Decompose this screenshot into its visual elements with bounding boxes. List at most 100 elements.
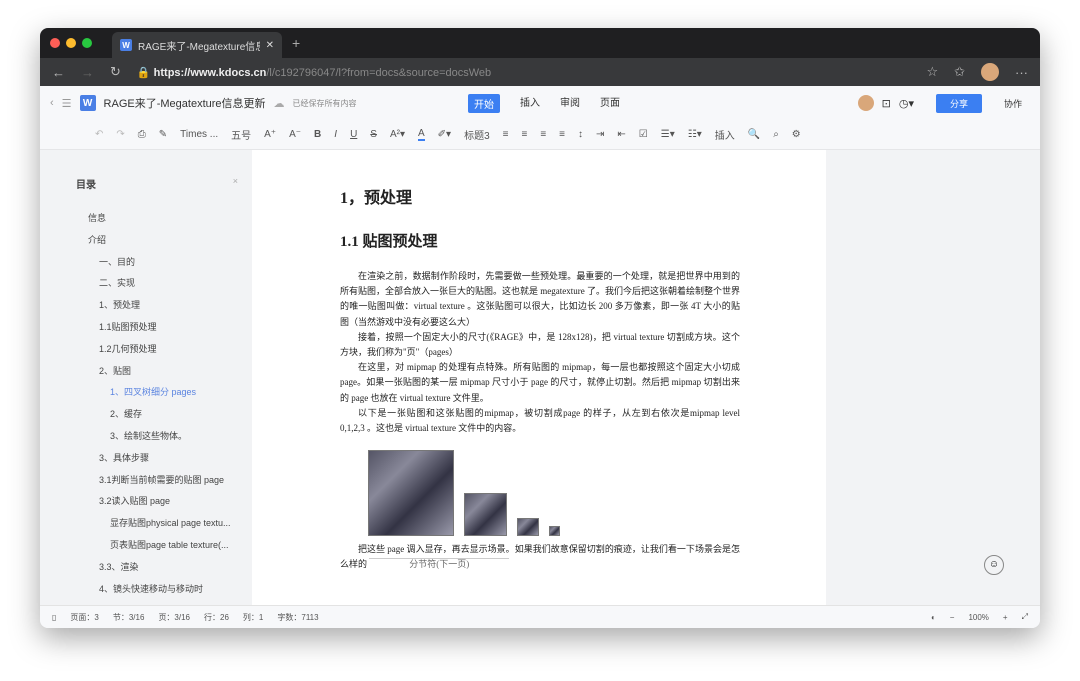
user-avatar[interactable]: [857, 95, 874, 111]
favorites-icon[interactable]: ✩: [954, 64, 965, 80]
align-right-icon[interactable]: ≡: [540, 129, 546, 140]
mipmap-level-3-image: [549, 526, 560, 537]
more-icon[interactable]: ···: [1015, 65, 1028, 80]
paragraph: 以下是一张贴图和这张贴图的mipmap，被切割成page 的样子，从左到右依次是…: [340, 407, 740, 434]
insert-button[interactable]: 插入: [715, 127, 735, 142]
row-position: 行：26: [204, 612, 229, 622]
tab-review[interactable]: 审阅: [560, 94, 580, 113]
toc-item[interactable]: 介绍: [88, 233, 250, 255]
justify-icon[interactable]: ≡: [559, 129, 565, 140]
browser-window: W RAGE来了-Megatexture信息更 ✕ + ← → ↻ 🔒 http…: [40, 28, 1040, 628]
checklist-icon[interactable]: ☑: [639, 129, 648, 140]
status-bar: ▯ 页面：3 节：3/16 页：3/16 行：26 列：1 字数：7113 ◐ …: [40, 605, 1040, 628]
mipmap-level-0-image: [368, 450, 454, 537]
toc-item[interactable]: 2、缓存: [110, 407, 250, 429]
app-header: ‹ ☰ W RAGE来了-Megatexture信息更新 ☁ 已经保存所有内容 …: [40, 86, 1040, 120]
mipmap-level-1-image: [464, 493, 507, 537]
font-color-icon[interactable]: A: [418, 128, 425, 141]
doc-title[interactable]: RAGE来了-Megatexture信息更新: [104, 95, 266, 111]
menu-icon[interactable]: ☰: [62, 97, 72, 110]
toc-item[interactable]: 一、目的: [99, 255, 250, 277]
document-page[interactable]: 1，预处理 1.1 贴图预处理 在渲染之前，数据制作阶段时，先需要做一些预处理。…: [252, 150, 826, 605]
toc-item[interactable]: 4、镜头快速移动与移动时: [99, 582, 250, 604]
zoom-out-button[interactable]: −: [950, 613, 955, 622]
assistant-icon[interactable]: ☺: [984, 555, 1004, 575]
toc-item[interactable]: 页表贴图page table texture(...: [110, 538, 250, 560]
italic-icon[interactable]: I: [334, 129, 337, 140]
indent-icon[interactable]: ⇥: [596, 129, 604, 140]
style-select[interactable]: 标题3: [464, 127, 490, 142]
redo-icon[interactable]: ↷: [116, 129, 124, 140]
zoom-icon[interactable]: ⌕: [773, 129, 779, 140]
paragraph: 接着，按照一个固定大小的尺寸(《RAGE》中，是 128x128)，把 virt…: [340, 331, 740, 358]
toc-item[interactable]: 3.3、渲染: [99, 560, 250, 582]
strikethrough-icon[interactable]: S: [370, 129, 377, 140]
font-name-select[interactable]: Times ...: [180, 129, 218, 140]
toc-item[interactable]: 1.2几何预处理: [99, 342, 250, 364]
bullet-list-icon[interactable]: ☰▾: [661, 129, 675, 140]
fullscreen-icon[interactable]: ⤢: [1022, 612, 1028, 622]
format-painter-icon[interactable]: ✎: [159, 129, 167, 140]
view-mode-icon[interactable]: ◐: [931, 613, 936, 622]
history-icon[interactable]: ◷▾: [899, 97, 914, 110]
collab-button[interactable]: 协作: [1004, 97, 1022, 110]
wps-icon: W: [120, 39, 132, 51]
toc-item[interactable]: 二、实现: [99, 276, 250, 298]
url-input[interactable]: 🔒 https://www.kdocs.cn/l/c192796047/l?fr…: [137, 66, 911, 79]
toc-item[interactable]: 1.1贴图预处理: [99, 320, 250, 342]
toc-item[interactable]: 3.1判断当前帧需要的贴图 page: [99, 473, 250, 495]
doc-icon[interactable]: ▯: [52, 613, 56, 622]
url-host: https://www.kdocs.cn: [153, 66, 267, 79]
line-spacing-icon[interactable]: ↕: [578, 129, 583, 140]
outdent-icon[interactable]: ⇤: [617, 129, 625, 140]
toc-item[interactable]: 2、贴图: [99, 364, 250, 386]
toc-item[interactable]: 3、具体步骤: [99, 451, 250, 473]
toc-item[interactable]: 3.2读入贴图 page: [99, 494, 250, 516]
decrease-font-icon[interactable]: A⁻: [289, 129, 301, 140]
close-toc-icon[interactable]: ×: [233, 176, 238, 186]
bookmark-star-icon[interactable]: ☆: [926, 64, 938, 80]
font-size-select[interactable]: 五号: [231, 127, 251, 142]
align-center-icon[interactable]: ≡: [521, 129, 527, 140]
toc-item[interactable]: 1、四叉树细分 pages: [110, 385, 250, 407]
comment-icon[interactable]: ⊡: [882, 97, 891, 110]
numbered-list-icon[interactable]: ☷▾: [688, 129, 702, 140]
paragraph: 在这里，对 mipmap 的处理有点特殊。所有贴图的 mipmap，每一层也都按…: [340, 362, 740, 403]
zoom-in-button[interactable]: +: [1003, 613, 1008, 622]
forward-icon[interactable]: →: [81, 65, 94, 80]
zoom-level[interactable]: 100%: [968, 613, 988, 622]
back-icon[interactable]: ‹: [50, 97, 54, 109]
reload-icon[interactable]: ↻: [110, 64, 121, 80]
toc-item[interactable]: 信息: [88, 211, 250, 233]
close-window-button[interactable]: [50, 38, 60, 48]
toc-item[interactable]: 3、绘制这些物体。: [110, 429, 250, 451]
toc-item[interactable]: 1、预处理: [99, 298, 250, 320]
toc-item[interactable]: 显存贴图physical page textu...: [110, 516, 250, 538]
tab-bar: W RAGE来了-Megatexture信息更 ✕ +: [40, 28, 1040, 58]
tab-page[interactable]: 页面: [600, 94, 620, 113]
save-status: 已经保存所有内容: [292, 98, 357, 108]
find-icon[interactable]: 🔍: [748, 129, 760, 140]
word-count[interactable]: 字数：7113: [277, 612, 318, 623]
new-tab-button[interactable]: +: [292, 35, 300, 51]
print-icon[interactable]: ⎙: [138, 129, 146, 140]
align-left-icon[interactable]: ≡: [503, 129, 509, 140]
back-icon[interactable]: ←: [52, 65, 65, 80]
profile-avatar[interactable]: [981, 63, 999, 81]
col-position: 列：1: [242, 612, 264, 622]
underline-icon[interactable]: U: [350, 129, 357, 140]
maximize-window-button[interactable]: [82, 38, 92, 48]
increase-font-icon[interactable]: A⁺: [264, 129, 276, 140]
bold-icon[interactable]: B: [314, 129, 321, 140]
share-button[interactable]: 分享: [935, 93, 982, 113]
settings-icon[interactable]: ⚙: [792, 129, 801, 140]
undo-icon[interactable]: ↶: [95, 129, 103, 140]
close-tab-icon[interactable]: ✕: [266, 40, 274, 51]
highlight-icon[interactable]: ✐▾: [438, 129, 451, 140]
minimize-window-button[interactable]: [66, 38, 76, 48]
browser-tab[interactable]: W RAGE来了-Megatexture信息更 ✕: [112, 32, 282, 58]
tab-insert[interactable]: 插入: [520, 94, 540, 113]
tab-start[interactable]: 开始: [468, 93, 500, 113]
superscript-icon[interactable]: A²▾: [390, 129, 405, 140]
workspace: 目录 × 信息 介绍 一、目的 二、实现 1、预处理 1.1贴图预处理 1.2几何预处理 2、…: [40, 150, 1040, 605]
